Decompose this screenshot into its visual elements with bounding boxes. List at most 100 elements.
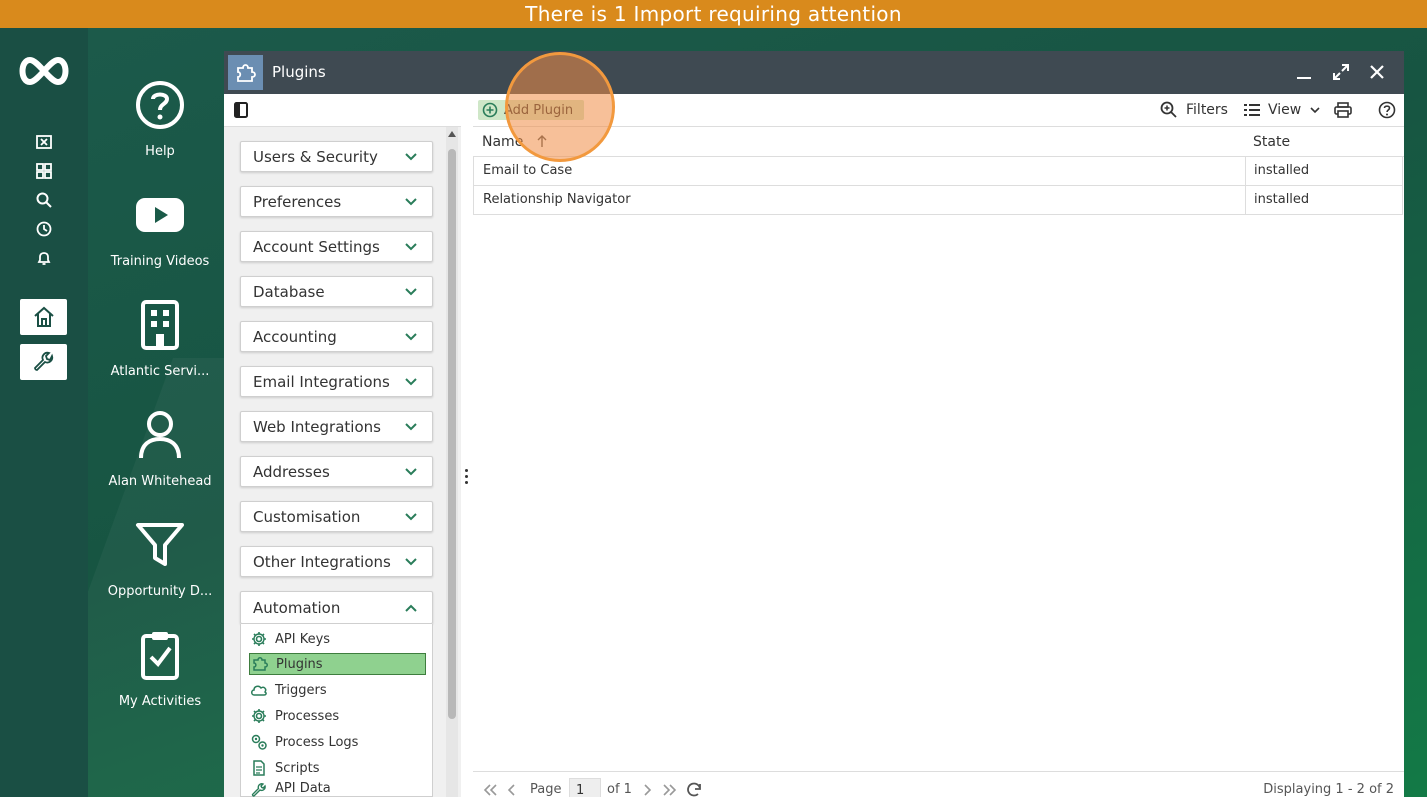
section-label: Preferences <box>253 193 342 211</box>
sidebar-section-database[interactable]: Database <box>240 276 433 307</box>
cell-divider <box>1245 186 1246 214</box>
sidebar-section-web-integrations[interactable]: Web Integrations <box>240 411 433 442</box>
help-icon <box>1378 101 1396 119</box>
clock-icon[interactable] <box>34 219 54 239</box>
pane-splitter[interactable] <box>461 94 473 797</box>
table-row[interactable]: Email to Case installed <box>473 157 1403 186</box>
left-rail <box>0 28 88 797</box>
close-icon[interactable] <box>1366 61 1388 83</box>
view-dropdown[interactable]: View <box>1244 100 1321 120</box>
wrench-icon <box>249 781 269 797</box>
youtube-play-icon <box>133 188 187 242</box>
display-count: Displaying 1 - 2 of 2 <box>1263 782 1394 797</box>
chevron-down-icon <box>405 153 417 161</box>
shortcut-opportunity[interactable]: Opportunity D... <box>100 518 220 599</box>
sidebar-section-addresses[interactable]: Addresses <box>240 456 433 487</box>
add-plugin-button[interactable]: Add Plugin <box>478 100 584 120</box>
section-label: Database <box>253 283 325 301</box>
filters-label: Filters <box>1186 102 1228 118</box>
scrollbar-thumb[interactable] <box>448 149 456 719</box>
next-page-icon[interactable] <box>643 772 653 797</box>
import-attention-banner[interactable]: There is 1 Import requiring attention <box>0 0 1427 28</box>
app-logo-icon[interactable] <box>16 56 72 86</box>
funnel-icon <box>133 518 187 572</box>
chevron-down-icon <box>405 243 417 251</box>
sidebar-scrollbar[interactable] <box>446 127 458 797</box>
sidebar-item-label: Triggers <box>275 682 327 698</box>
section-label: Account Settings <box>253 238 380 256</box>
sidebar-item-scripts[interactable]: Scripts <box>249 757 426 779</box>
settings-wrench-button[interactable] <box>20 344 67 380</box>
printer-icon <box>1334 102 1352 118</box>
sidebar-item-plugins[interactable]: Plugins <box>249 653 426 675</box>
chevron-down-icon <box>405 333 417 341</box>
scroll-up-arrow-icon[interactable] <box>448 131 456 137</box>
first-page-icon[interactable] <box>482 772 498 797</box>
sidebar-item-api-keys[interactable]: API Keys <box>249 628 426 650</box>
previous-page-icon[interactable] <box>506 772 516 797</box>
sidebar-section-email-integrations[interactable]: Email Integrations <box>240 366 433 397</box>
print-button[interactable] <box>1334 100 1352 120</box>
settings-sidebar: Users & Security Preferences Account Set… <box>224 127 461 797</box>
chevron-down-icon <box>1310 107 1320 114</box>
sidebar-section-users-security[interactable]: Users & Security <box>240 141 433 172</box>
shortcut-training-videos[interactable]: Training Videos <box>100 188 220 269</box>
cell-divider <box>1245 157 1246 185</box>
zoom-search-icon <box>1160 101 1177 118</box>
sidebar-toolbar <box>224 94 461 127</box>
cell-name: Email to Case <box>483 163 573 178</box>
column-header-name[interactable]: Name <box>482 127 548 157</box>
sidebar-section-other-integrations[interactable]: Other Integrations <box>240 546 433 577</box>
add-plugin-label: Add Plugin <box>504 102 574 118</box>
plugins-window: Plugins Users & Security Preferences Acc… <box>224 51 1404 797</box>
home-button[interactable] <box>20 299 67 335</box>
grid-icon[interactable] <box>34 161 54 181</box>
shortcut-alan-whitehead[interactable]: Alan Whitehead <box>100 408 220 489</box>
shortcut-atlantic[interactable]: Atlantic Servi... <box>100 298 220 379</box>
section-label: Accounting <box>253 328 337 346</box>
sidebar-item-api-data[interactable]: API Data <box>249 781 426 797</box>
sidebar-item-processes[interactable]: Processes <box>249 705 426 727</box>
window-titlebar[interactable]: Plugins <box>224 51 1404 94</box>
sidebar-item-label: Scripts <box>275 760 320 776</box>
page-count-label: of 1 <box>607 782 632 797</box>
bell-icon[interactable] <box>34 248 54 268</box>
sidebar-toggle-icon[interactable] <box>234 102 248 118</box>
page-number-input[interactable]: 1 <box>569 778 601 797</box>
sidebar-section-preferences[interactable]: Preferences <box>240 186 433 217</box>
view-label: View <box>1268 102 1302 118</box>
shortcut-label: Training Videos <box>110 254 210 269</box>
shortcut-label: My Activities <box>118 694 202 709</box>
refresh-icon[interactable] <box>685 772 703 797</box>
building-icon <box>133 298 187 352</box>
search-icon[interactable] <box>34 190 54 210</box>
drag-handle-icon[interactable] <box>465 469 469 487</box>
sidebar-section-accounting[interactable]: Accounting <box>240 321 433 352</box>
table-row[interactable]: Relationship Navigator installed <box>473 186 1403 215</box>
page-label: Page <box>530 782 562 797</box>
column-header-state[interactable]: State <box>1253 127 1290 157</box>
chevron-down-icon <box>405 288 417 296</box>
wrench-icon <box>33 351 53 371</box>
close-box-icon[interactable] <box>34 132 54 152</box>
last-page-icon[interactable] <box>662 772 678 797</box>
sidebar-item-label: API Data <box>275 781 331 796</box>
sort-ascending-icon <box>537 135 547 147</box>
automation-items-panel: API Keys Plugins Triggers Processes Proc… <box>240 624 433 797</box>
shortcut-label: Atlantic Servi... <box>110 364 210 379</box>
maximize-icon[interactable] <box>1330 61 1352 83</box>
column-label: Name <box>482 134 524 150</box>
sidebar-item-process-logs[interactable]: Process Logs <box>249 731 426 753</box>
section-label: Automation <box>253 599 341 617</box>
shortcut-my-activities[interactable]: My Activities <box>100 628 220 709</box>
section-label: Other Integrations <box>253 553 391 571</box>
filters-button[interactable]: Filters <box>1160 100 1228 120</box>
shortcut-help[interactable]: Help <box>100 78 220 159</box>
sidebar-section-automation[interactable]: Automation <box>240 591 433 624</box>
minimize-icon[interactable] <box>1293 61 1315 83</box>
sidebar-section-customisation[interactable]: Customisation <box>240 501 433 532</box>
sidebar-item-triggers[interactable]: Triggers <box>249 679 426 701</box>
sidebar-section-account-settings[interactable]: Account Settings <box>240 231 433 262</box>
sidebar-item-label: Processes <box>275 708 340 724</box>
help-button[interactable] <box>1378 100 1396 120</box>
